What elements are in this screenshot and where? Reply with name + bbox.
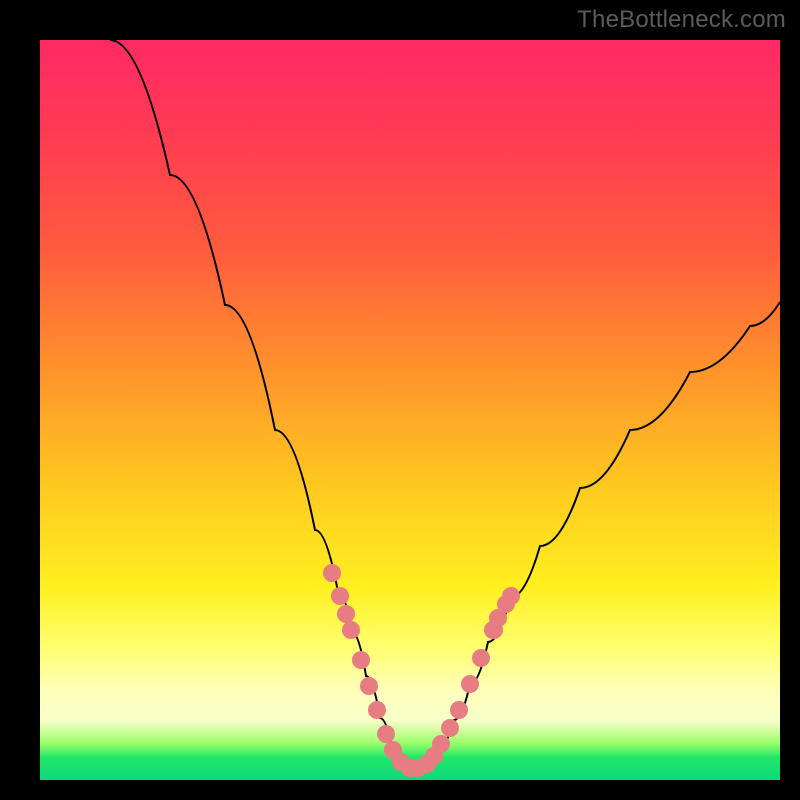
curve-layer [40, 40, 780, 780]
scatter-dot [461, 675, 479, 693]
scatter-dot [432, 735, 450, 753]
scatter-dot [377, 725, 395, 743]
watermark-text: TheBottleneck.com [577, 6, 786, 34]
scatter-dot [337, 605, 355, 623]
scatter-dot [485, 621, 503, 639]
chart-frame: TheBottleneck.com [0, 0, 800, 800]
scatter-dot [323, 564, 341, 582]
scatter-dot [441, 719, 459, 737]
scatter-dot [352, 651, 370, 669]
scatter-dot [472, 649, 490, 667]
scatter-dot [368, 701, 386, 719]
scatter-dot [450, 701, 468, 719]
plot-area [40, 40, 780, 780]
scatter-dot [331, 587, 349, 605]
scatter-dot [342, 621, 360, 639]
curve-right [414, 302, 780, 770]
scatter-layer [323, 564, 520, 777]
scatter-dot [360, 677, 378, 695]
scatter-dot [502, 587, 520, 605]
